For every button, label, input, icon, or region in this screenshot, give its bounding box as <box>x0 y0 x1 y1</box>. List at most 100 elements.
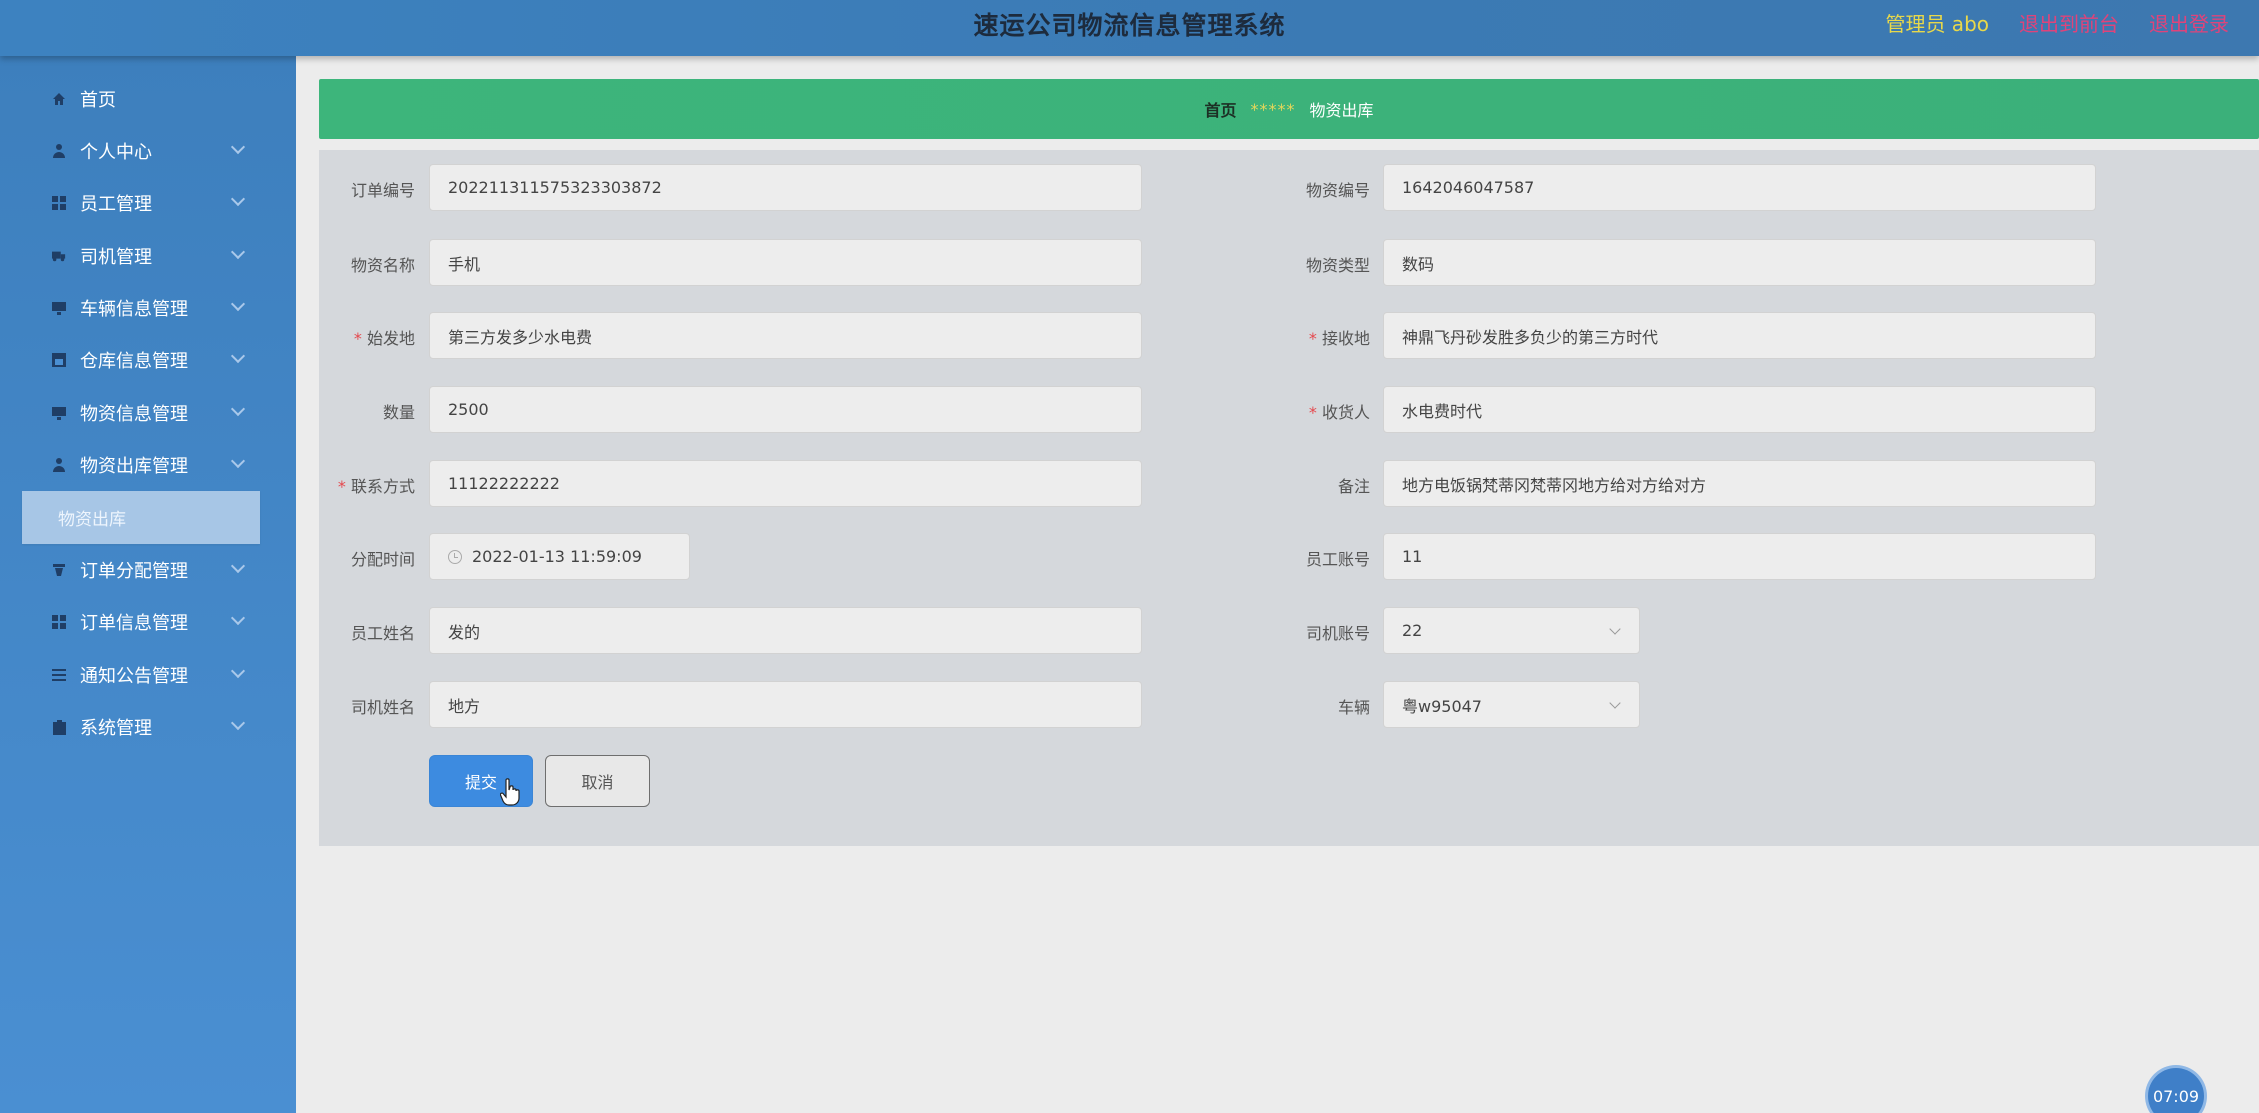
sidebar-item-material[interactable]: 物资信息管理 <box>0 387 296 439</box>
sidebar-subitem-material-outbound[interactable]: 物资出库 <box>22 491 260 544</box>
sidebar-item-order-info[interactable]: 订单信息管理 <box>0 596 296 648</box>
chevron-down-icon <box>230 348 246 364</box>
receiver-label: 收货人 <box>1270 399 1370 423</box>
origin-field[interactable]: 第三方发多少水电费 <box>429 312 1142 359</box>
assign-time-label: 分配时间 <box>350 550 415 569</box>
contact-value: 11122222222 <box>448 474 560 493</box>
vehicle-value: 粤w95047 <box>1402 696 1482 716</box>
warehouse-icon <box>52 353 66 367</box>
home-icon <box>52 92 66 106</box>
material-name-label: 物资名称 <box>350 256 415 275</box>
material-no-field[interactable]: 1642046047587 <box>1383 164 2096 211</box>
person-icon <box>52 144 66 158</box>
chevron-down-icon <box>230 191 246 207</box>
person-icon <box>52 458 66 472</box>
material-name-field[interactable]: 手机 <box>429 239 1142 286</box>
contact-field[interactable]: 11122222222 <box>429 460 1142 507</box>
driver-account-label: 司机账号 <box>1305 624 1370 643</box>
quantity-label: 数量 <box>382 403 415 422</box>
clock-icon <box>448 549 462 564</box>
quantity-value: 2500 <box>448 400 489 419</box>
sidebar-item-label: 订单信息管理 <box>80 613 188 634</box>
top-header: 速运公司物流信息管理系统 管理员 abo 退出到前台 退出登录 <box>0 0 2259 56</box>
driver-account-value: 22 <box>1402 621 1423 640</box>
remark-label: 备注 <box>1337 477 1370 496</box>
material-no-label: 物资编号 <box>1305 181 1370 200</box>
vehicle-label: 车辆 <box>1337 698 1370 717</box>
order-no-field[interactable]: 202211311575323303872 <box>429 164 1142 211</box>
order-no-value: 202211311575323303872 <box>448 178 662 197</box>
staff-name-field[interactable]: 发的 <box>429 607 1142 654</box>
sidebar-item-driver[interactable]: 司机管理 <box>0 230 296 282</box>
assign-time-picker[interactable]: 2022-01-13 11:59:09 <box>429 533 690 580</box>
driver-name-field[interactable]: 地方 <box>429 681 1142 728</box>
sidebar-item-material-outbound[interactable]: 物资出库管理 <box>0 439 296 491</box>
truck-icon <box>52 249 66 263</box>
sidebar-item-label: 物资信息管理 <box>80 404 188 425</box>
sidebar-item-label: 系统管理 <box>80 718 152 739</box>
sidebar-item-staff[interactable]: 员工管理 <box>0 177 296 229</box>
driver-account-select[interactable]: 22 <box>1383 607 1640 654</box>
vehicle-select[interactable]: 粤w95047 <box>1383 681 1640 728</box>
sidebar-item-warehouse[interactable]: 仓库信息管理 <box>0 334 296 386</box>
sidebar-item-label: 个人中心 <box>80 142 152 163</box>
sidebar-item-notice[interactable]: 通知公告管理 <box>0 649 296 701</box>
breadcrumb-current: 物资出库 <box>1309 101 1374 120</box>
material-no-value: 1642046047587 <box>1402 178 1535 197</box>
breadcrumb-separator: ***** <box>1250 99 1296 119</box>
logout-link[interactable]: 退出登录 <box>2149 8 2229 37</box>
material-type-label: 物资类型 <box>1305 256 1370 275</box>
material-type-value: 数码 <box>1402 254 1435 274</box>
breadcrumb-home[interactable]: 首页 <box>1204 97 1236 121</box>
clock-badge: 07:09 <box>2148 1068 2204 1113</box>
list-icon <box>52 668 66 682</box>
driver-name-label: 司机姓名 <box>350 698 415 717</box>
sidebar-item-system[interactable]: 系统管理 <box>0 701 296 753</box>
grid-icon <box>52 615 66 629</box>
chevron-down-icon <box>230 139 246 155</box>
submit-button[interactable]: 提交 <box>429 755 533 807</box>
material-name-value: 手机 <box>448 254 481 274</box>
cup-icon <box>52 563 66 577</box>
material-type-field[interactable]: 数码 <box>1383 239 2096 286</box>
sidebar-item-order-assign[interactable]: 订单分配管理 <box>0 544 296 596</box>
destination-label: 接收地 <box>1270 325 1370 349</box>
staff-account-field[interactable]: 11 <box>1383 533 2096 580</box>
back-to-front-link[interactable]: 退出到前台 <box>2019 8 2119 37</box>
sidebar-item-home[interactable]: 首页 <box>0 73 296 125</box>
sidebar-item-label: 首页 <box>80 90 116 111</box>
sidebar-item-label: 订单分配管理 <box>80 561 188 582</box>
sidebar-item-label: 员工管理 <box>80 194 152 215</box>
staff-account-label: 员工账号 <box>1305 550 1370 569</box>
chevron-down-icon <box>1609 623 1621 635</box>
chevron-down-icon <box>230 558 246 574</box>
receiver-field[interactable]: 水电费时代 <box>1383 386 2096 433</box>
driver-name-value: 地方 <box>448 696 481 716</box>
chevron-down-icon <box>230 296 246 312</box>
grid-icon <box>52 196 66 210</box>
chevron-down-icon <box>230 715 246 731</box>
sidebar-item-label: 物资出库管理 <box>80 456 188 477</box>
clipboard-icon <box>52 719 66 735</box>
monitor-icon <box>52 301 66 315</box>
remark-field[interactable]: 地方电饭锅梵蒂冈梵蒂冈地方给对方给对方 <box>1383 460 2096 507</box>
sidebar-item-personal-center[interactable]: 个人中心 <box>0 125 296 177</box>
chevron-down-icon <box>1609 697 1621 709</box>
destination-value: 神鼎飞丹砂发胜多负少的第三方时代 <box>1402 327 1659 347</box>
quantity-field[interactable]: 2500 <box>429 386 1142 433</box>
sidebar-item-label: 车辆信息管理 <box>80 299 188 320</box>
origin-label: 始发地 <box>315 325 415 349</box>
sidebar-item-label: 司机管理 <box>80 247 152 268</box>
chevron-down-icon <box>230 244 246 260</box>
current-user: 管理员 abo <box>1885 12 1989 36</box>
sidebar-item-label: 仓库信息管理 <box>80 351 188 372</box>
order-no-label: 订单编号 <box>350 181 415 200</box>
header-actions: 管理员 abo 退出到前台 退出登录 <box>1885 8 2229 37</box>
sidebar-item-vehicle[interactable]: 车辆信息管理 <box>0 282 296 334</box>
destination-field[interactable]: 神鼎飞丹砂发胜多负少的第三方时代 <box>1383 312 2096 359</box>
contact-label: 联系方式 <box>315 473 415 497</box>
cancel-button[interactable]: 取消 <box>545 755 650 807</box>
staff-name-label: 员工姓名 <box>350 624 415 643</box>
remark-value: 地方电饭锅梵蒂冈梵蒂冈地方给对方给对方 <box>1402 475 1707 495</box>
chevron-down-icon <box>230 610 246 626</box>
